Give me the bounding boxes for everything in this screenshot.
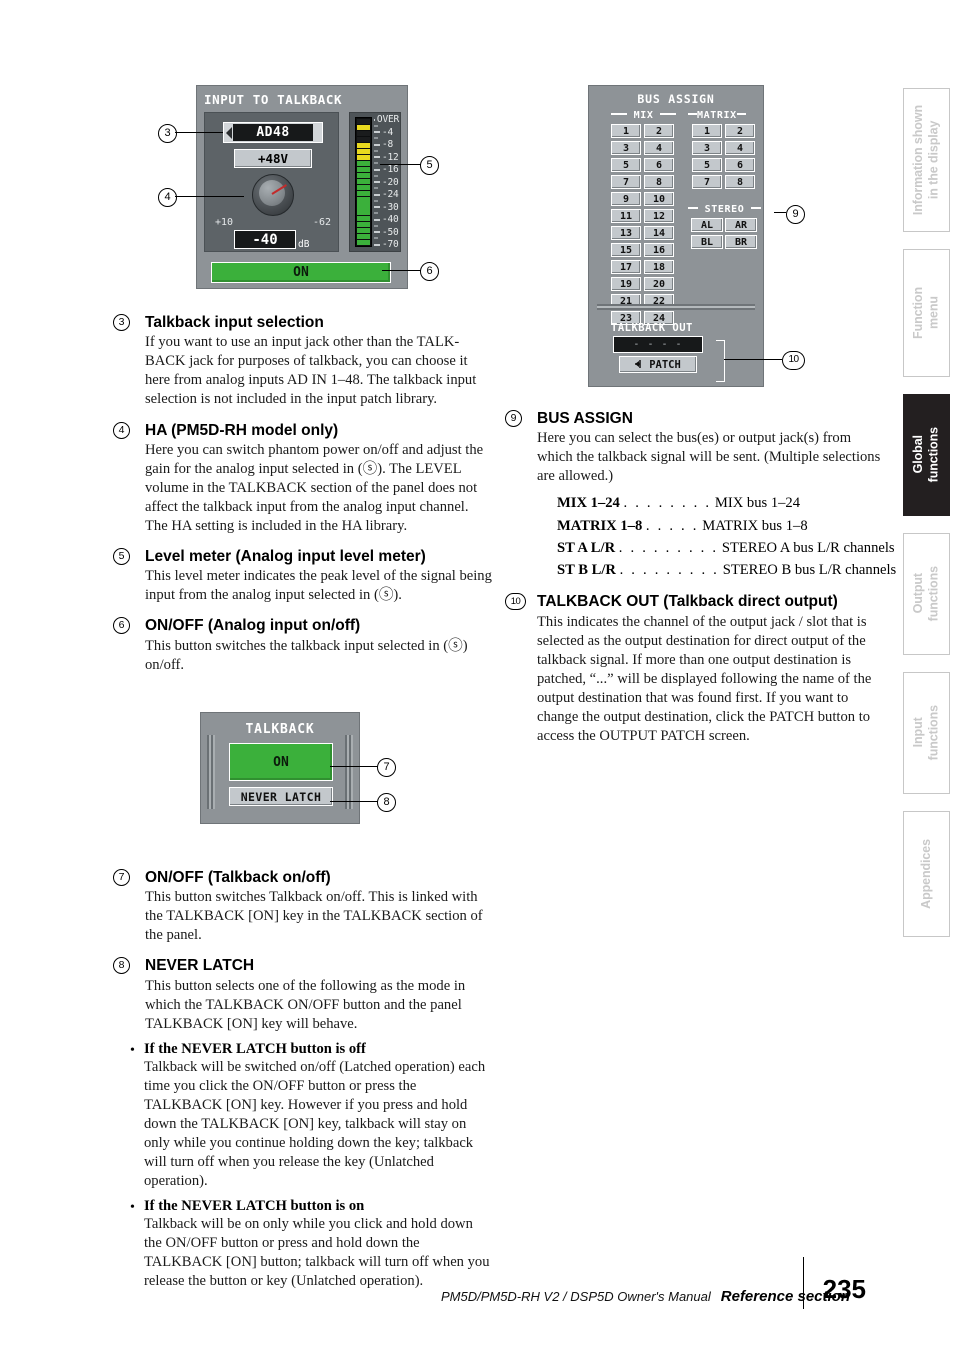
definition-description: STEREO B bus L/R channels [722, 561, 897, 578]
item-3-body: If you want to use an input jack other t… [145, 334, 477, 408]
bus-assign-definition-list: MIX 1–24 . . . . . . . . MIX bus 1–24 MAT… [557, 492, 896, 581]
bus-assign-definition-row: MATRIX 1–8 . . . . . MATRIX bus 1–8 [557, 515, 887, 537]
page-number: 235 [822, 1274, 866, 1304]
item-5-heading: Level meter (Analog input level meter) [145, 548, 426, 566]
page-footer: PM5D/PM5D-RH V2 / DSP5D Owner's Manual R… [0, 1257, 954, 1313]
definition-term: ST B L/R [557, 561, 616, 578]
definition-dots: . . . . . . . . . [619, 561, 720, 578]
item-9-heading: BUS ASSIGN [537, 410, 633, 427]
sidebar-tab-label: Information shown in the display [911, 104, 941, 216]
left-text-column: 3 Talkback input selection If you want t… [113, 0, 493, 1291]
item-4-number: 4 [113, 421, 130, 439]
item-8-bullet-1: • If the NEVER LATCH button is off Talkb… [130, 1041, 493, 1191]
item-4-heading: HA (PM5D-RH model only) [145, 421, 339, 439]
manual-page: INPUT TO TALKBACK AD48 +48V +10 -62 -40 [0, 0, 954, 1351]
section-item-5: 5 Level meter (Analog input level meter)… [113, 547, 493, 605]
sidebar-tab-6[interactable]: Appendices [903, 811, 950, 937]
definition-dots: . . . . . [645, 517, 699, 534]
bus-assign-definition-row: MIX 1–24 . . . . . . . . MIX bus 1–24 [557, 492, 887, 514]
item-3-heading: Talkback input selection [145, 314, 324, 331]
bus-assign-definition-row: ST A L/R . . . . . . . . . STEREO A bus … [557, 537, 895, 559]
item-8-bullet-1-title: If the NEVER LATCH button is off [144, 1040, 366, 1057]
item-7-heading: ON/OFF (Talkback on/off) [145, 868, 331, 886]
section-item-6: 6 ON/OFF (Analog input on/off) This butt… [113, 616, 493, 674]
section-item-3: 3 Talkback input selection If you want t… [113, 313, 493, 410]
sidebar-tab-2[interactable]: Function menu [903, 249, 950, 377]
sidebar-tab-1[interactable]: Information shown in the display [903, 88, 950, 232]
definition-description: MATRIX bus 1–8 [702, 517, 808, 534]
item-8-bullet-2-title: If the NEVER LATCH button is on [144, 1198, 365, 1215]
footer-inner: PM5D/PM5D-RH V2 / DSP5D Owner's Manual R… [440, 1257, 866, 1309]
sidebar-tab-label: Appendices [918, 839, 933, 909]
sidebar-tab-4[interactable]: Output functions [903, 533, 950, 655]
sidebar-tabs: Information shown in the display Function… [903, 88, 950, 954]
definition-description: STEREO A bus L/R channels [721, 539, 895, 556]
definition-term: MATRIX 1–8 [557, 517, 643, 534]
sidebar-tab-5[interactable]: Input functions [903, 672, 950, 794]
section-item-10: 10 TALKBACK OUT (Talkback direct output)… [505, 592, 887, 746]
definition-term: ST A L/R [557, 539, 616, 556]
sidebar-tab-label: Output functions [911, 566, 941, 622]
bus-assign-definition-row: ST B L/R . . . . . . . . . STEREO B bus … [557, 559, 896, 581]
footer-divider [802, 1257, 804, 1309]
definition-description: MIX bus 1–24 [714, 495, 801, 512]
section-item-9: 9 BUS ASSIGN Here you can select the bus… [505, 409, 896, 581]
definition-term: MIX 1–24 [557, 495, 620, 512]
sidebar-tab-label: Input functions [911, 705, 941, 761]
item-10-body: This indicates the channel of the output… [537, 613, 872, 744]
section-item-7: 7 ON/OFF (Talkback on/off) This button s… [113, 868, 493, 945]
footer-manual-title: PM5D/PM5D-RH V2 / DSP5D Owner's Manual [440, 1289, 711, 1304]
definition-dots: . . . . . . . . . [618, 539, 719, 556]
section-item-8: 8 NEVER LATCH This button selects one of… [113, 956, 493, 1291]
item-6-body: This button switches the talkback input … [145, 637, 468, 673]
item-6-heading: ON/OFF (Analog input on/off) [145, 617, 361, 635]
right-text-column: 9 BUS ASSIGN Here you can select the bus… [505, 0, 896, 746]
section-item-4: 4 HA (PM5D-RH model only) Here you can s… [113, 421, 493, 537]
item-8-body: This button selects one of the following… [145, 977, 466, 1032]
sidebar-tab-label: Global functions [911, 427, 941, 483]
sidebar-tab-label: Function menu [911, 287, 941, 339]
item-9-number: 9 [505, 410, 522, 427]
item-5-number: 5 [113, 548, 130, 566]
item-7-number: 7 [113, 868, 130, 886]
item-8-number: 8 [113, 957, 130, 975]
bullet-dot-icon: • [130, 1200, 135, 1216]
item-7-body: This button switches Talkback on/off. Th… [145, 889, 483, 944]
item-8-heading: NEVER LATCH [145, 957, 255, 975]
sidebar-tab-3[interactable]: Global functions [903, 394, 950, 516]
item-9-body: Here you can select the bus(es) or outpu… [537, 430, 881, 485]
item-8-bullet-1-body: Talkback will be switched on/off (Latche… [144, 1058, 486, 1190]
item-10-number: 10 [505, 593, 526, 611]
definition-dots: . . . . . . . . [623, 495, 712, 512]
item-4-body: Here you can switch phantom power on/off… [145, 441, 484, 534]
bullet-dot-icon: • [130, 1042, 135, 1058]
item-5-body: This level meter indicates the peak leve… [145, 568, 492, 604]
item-10-heading: TALKBACK OUT (Talkback direct output) [537, 593, 838, 611]
item-3-number: 3 [113, 314, 130, 331]
item-6-number: 6 [113, 617, 130, 635]
